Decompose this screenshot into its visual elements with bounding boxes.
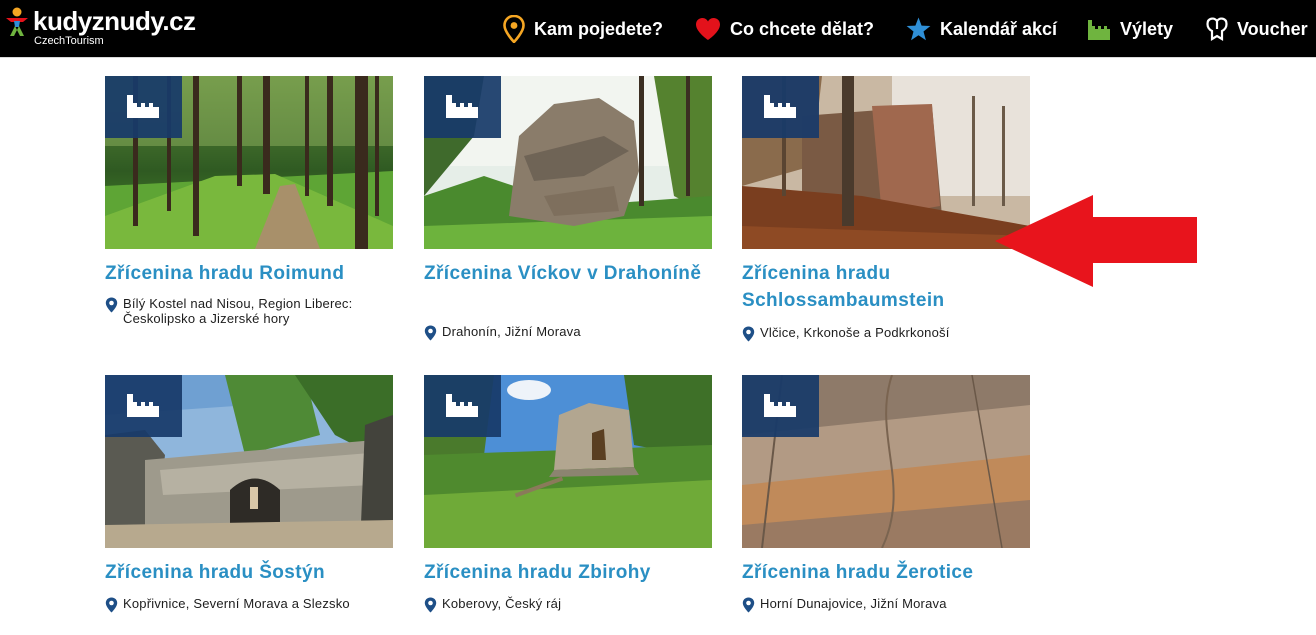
logo-text: kudyznudy.cz bbox=[33, 6, 196, 36]
card-title[interactable]: Zřícenina hradu Schlossambaumstein bbox=[742, 260, 1032, 314]
nav-label: Kalendář akcí bbox=[940, 18, 1058, 39]
nav-label: Voucher bbox=[1237, 18, 1308, 39]
card-image-autumn-ruin[interactable] bbox=[742, 76, 1030, 249]
map-pin-icon bbox=[742, 597, 755, 613]
card-title[interactable]: Zřícenina hradu Šostýn bbox=[105, 559, 395, 586]
location-pin-icon bbox=[503, 15, 525, 43]
nav-voucher[interactable]: Voucher bbox=[1206, 13, 1308, 45]
castle-icon bbox=[764, 394, 796, 417]
nav-kam-pojedete[interactable]: Kam pojedete? bbox=[503, 13, 663, 45]
card-image-ruin-meadow[interactable] bbox=[424, 375, 712, 548]
card-title[interactable]: Zřícenina hradu Žerotice bbox=[742, 559, 1032, 586]
location-text: Horní Dunajovice, Jižní Morava bbox=[760, 596, 947, 611]
castle-icon bbox=[127, 394, 159, 417]
red-arrow-annotation bbox=[995, 195, 1197, 287]
category-badge bbox=[742, 76, 819, 138]
nav-label: Kam pojedete? bbox=[534, 18, 664, 39]
nav-kalendar-akci[interactable]: Kalendář akcí bbox=[906, 13, 1057, 45]
logo-figure-icon bbox=[6, 7, 28, 36]
attraction-card[interactable]: Zřícenina Víckov v Drahoníně Drahonín, J… bbox=[424, 76, 714, 341]
attraction-card[interactable]: Zřícenina hradu Roimund Bílý Kostel nad … bbox=[105, 76, 395, 336]
heart-icon bbox=[696, 18, 720, 40]
category-badge bbox=[105, 76, 182, 138]
castle-icon bbox=[446, 394, 478, 417]
card-location: Bílý Kostel nad Nisou, Region Liberec: Č… bbox=[105, 296, 395, 326]
card-location: Kopřivnice, Severní Morava a Slezsko bbox=[105, 596, 395, 613]
attraction-card[interactable]: Zřícenina hradu Žerotice Horní Dunajovic… bbox=[742, 375, 1032, 635]
card-title[interactable]: Zřícenina hradu Roimund bbox=[105, 260, 395, 287]
card-image-stone-wall[interactable] bbox=[105, 375, 393, 548]
location-text: Kopřivnice, Severní Morava a Slezsko bbox=[123, 596, 350, 611]
attraction-card[interactable]: Zřícenina hradu Šostýn Kopřivnice, Sever… bbox=[105, 375, 395, 635]
nav-label: Co chcete dělat? bbox=[730, 18, 875, 39]
castle-icon bbox=[764, 95, 796, 118]
nav-co-chcete-delat[interactable]: Co chcete dělat? bbox=[695, 13, 874, 45]
card-location: Vlčice, Krkonoše a Podkrkonoší bbox=[742, 325, 1032, 342]
voucher-icon bbox=[1206, 17, 1228, 41]
location-text: Koberovy, Český ráj bbox=[442, 596, 562, 611]
nav-label: Výlety bbox=[1120, 18, 1174, 39]
card-image-sandstone-rock[interactable] bbox=[742, 375, 1030, 548]
castle-icon bbox=[1088, 20, 1110, 40]
map-pin-icon bbox=[424, 325, 437, 341]
card-image-ruin-rock[interactable] bbox=[424, 76, 712, 249]
card-title[interactable]: Zřícenina Víckov v Drahoníně bbox=[424, 260, 714, 287]
card-location: Horní Dunajovice, Jižní Morava bbox=[742, 596, 1032, 613]
map-pin-icon bbox=[424, 597, 437, 613]
star-icon bbox=[906, 17, 931, 41]
map-pin-icon bbox=[742, 326, 755, 342]
card-location: Drahonín, Jižní Morava bbox=[424, 324, 714, 341]
card-image-forest-path[interactable] bbox=[105, 76, 393, 249]
castle-icon bbox=[127, 95, 159, 118]
location-text: Vlčice, Krkonoše a Podkrkonoší bbox=[760, 325, 950, 340]
attraction-card[interactable]: Zřícenina hradu Zbirohy Koberovy, Český … bbox=[424, 375, 714, 635]
category-badge bbox=[424, 375, 501, 437]
card-title[interactable]: Zřícenina hradu Zbirohy bbox=[424, 559, 714, 586]
category-badge bbox=[424, 76, 501, 138]
location-text: Bílý Kostel nad Nisou, Region Liberec: Č… bbox=[123, 296, 353, 326]
attraction-card[interactable]: Zřícenina hradu Schlossambaumstein Vlčic… bbox=[742, 76, 1032, 342]
map-pin-icon bbox=[105, 297, 118, 313]
category-badge bbox=[105, 375, 182, 437]
site-logo[interactable]: kudyznudy.cz CzechTourism bbox=[4, 5, 196, 49]
card-location: Koberovy, Český ráj bbox=[424, 596, 714, 613]
category-badge bbox=[742, 375, 819, 437]
location-text: Drahonín, Jižní Morava bbox=[442, 324, 581, 339]
logo-subtext: CzechTourism bbox=[34, 35, 104, 47]
nav-vylety[interactable]: Výlety bbox=[1087, 13, 1173, 45]
castle-icon bbox=[446, 95, 478, 118]
map-pin-icon bbox=[105, 597, 118, 613]
top-navigation-bar: kudyznudy.cz CzechTourism Kam pojedete? … bbox=[0, 0, 1316, 58]
